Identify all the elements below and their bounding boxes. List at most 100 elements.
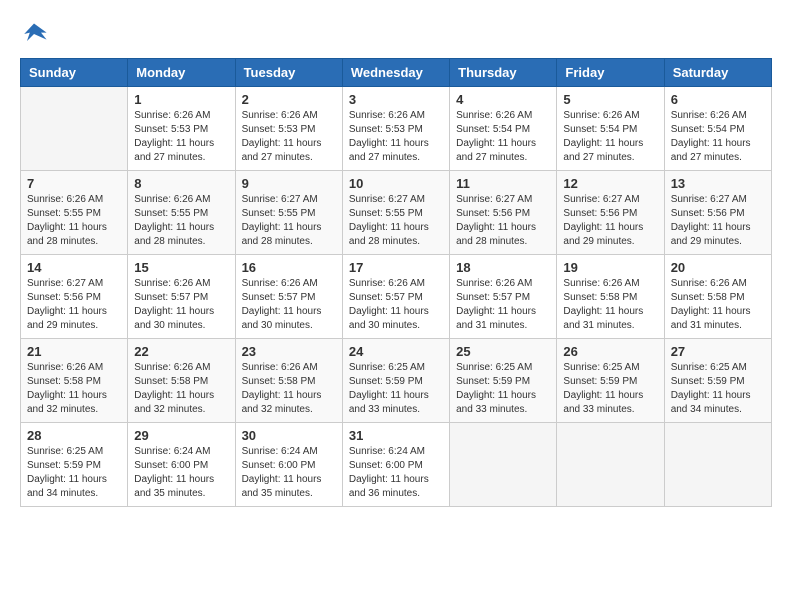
calendar-week-row: 1 Sunrise: 6:26 AMSunset: 5:53 PMDaylight… bbox=[21, 87, 772, 171]
calendar-cell: 17 Sunrise: 6:26 AMSunset: 5:57 PMDayligh… bbox=[342, 255, 449, 339]
calendar-cell: 9 Sunrise: 6:27 AMSunset: 5:55 PMDaylight… bbox=[235, 171, 342, 255]
calendar-cell: 13 Sunrise: 6:27 AMSunset: 5:56 PMDayligh… bbox=[664, 171, 771, 255]
calendar-cell: 19 Sunrise: 6:26 AMSunset: 5:58 PMDayligh… bbox=[557, 255, 664, 339]
day-info: Sunrise: 6:26 AMSunset: 5:55 PMDaylight:… bbox=[134, 193, 228, 249]
day-header-sunday: Sunday bbox=[21, 59, 128, 87]
day-number: 9 bbox=[242, 176, 336, 191]
calendar-week-row: 28 Sunrise: 6:25 AMSunset: 5:59 PMDayligh… bbox=[21, 423, 772, 507]
day-info: Sunrise: 6:26 AMSunset: 5:58 PMDaylight:… bbox=[134, 361, 228, 417]
calendar-cell: 4 Sunrise: 6:26 AMSunset: 5:54 PMDaylight… bbox=[450, 87, 557, 171]
day-info: Sunrise: 6:27 AMSunset: 5:55 PMDaylight:… bbox=[242, 193, 336, 249]
day-info: Sunrise: 6:25 AMSunset: 5:59 PMDaylight:… bbox=[349, 361, 443, 417]
calendar-cell bbox=[450, 423, 557, 507]
calendar-cell: 5 Sunrise: 6:26 AMSunset: 5:54 PMDaylight… bbox=[557, 87, 664, 171]
day-info: Sunrise: 6:27 AMSunset: 5:56 PMDaylight:… bbox=[456, 193, 550, 249]
day-info: Sunrise: 6:24 AMSunset: 6:00 PMDaylight:… bbox=[349, 445, 443, 501]
calendar-cell: 24 Sunrise: 6:25 AMSunset: 5:59 PMDayligh… bbox=[342, 339, 449, 423]
day-info: Sunrise: 6:26 AMSunset: 5:57 PMDaylight:… bbox=[349, 277, 443, 333]
day-number: 21 bbox=[27, 344, 121, 359]
page-header bbox=[20, 20, 772, 48]
calendar-cell bbox=[664, 423, 771, 507]
day-number: 18 bbox=[456, 260, 550, 275]
day-number: 7 bbox=[27, 176, 121, 191]
day-info: Sunrise: 6:26 AMSunset: 5:53 PMDaylight:… bbox=[242, 109, 336, 165]
day-info: Sunrise: 6:27 AMSunset: 5:56 PMDaylight:… bbox=[671, 193, 765, 249]
day-info: Sunrise: 6:25 AMSunset: 5:59 PMDaylight:… bbox=[27, 445, 121, 501]
day-number: 20 bbox=[671, 260, 765, 275]
calendar-cell: 20 Sunrise: 6:26 AMSunset: 5:58 PMDayligh… bbox=[664, 255, 771, 339]
day-header-monday: Monday bbox=[128, 59, 235, 87]
calendar-cell: 23Sunrise: 6:26 AMSunset: 5:58 PMDayligh… bbox=[235, 339, 342, 423]
calendar-cell bbox=[557, 423, 664, 507]
day-number: 29 bbox=[134, 428, 228, 443]
day-number: 19 bbox=[563, 260, 657, 275]
day-header-friday: Friday bbox=[557, 59, 664, 87]
day-number: 30 bbox=[242, 428, 336, 443]
day-info: Sunrise: 6:27 AMSunset: 5:56 PMDaylight:… bbox=[27, 277, 121, 333]
day-number: 12 bbox=[563, 176, 657, 191]
calendar-cell: 10Sunrise: 6:27 AMSunset: 5:55 PMDayligh… bbox=[342, 171, 449, 255]
day-header-thursday: Thursday bbox=[450, 59, 557, 87]
day-header-wednesday: Wednesday bbox=[342, 59, 449, 87]
calendar-cell: 26Sunrise: 6:25 AMSunset: 5:59 PMDayligh… bbox=[557, 339, 664, 423]
day-info: Sunrise: 6:24 AMSunset: 6:00 PMDaylight:… bbox=[134, 445, 228, 501]
day-number: 22 bbox=[134, 344, 228, 359]
day-number: 8 bbox=[134, 176, 228, 191]
calendar-cell: 18Sunrise: 6:26 AMSunset: 5:57 PMDayligh… bbox=[450, 255, 557, 339]
day-number: 5 bbox=[563, 92, 657, 107]
calendar-cell: 30 Sunrise: 6:24 AMSunset: 6:00 PMDayligh… bbox=[235, 423, 342, 507]
logo-icon bbox=[20, 20, 48, 48]
day-info: Sunrise: 6:24 AMSunset: 6:00 PMDaylight:… bbox=[242, 445, 336, 501]
day-info: Sunrise: 6:27 AMSunset: 5:56 PMDaylight:… bbox=[563, 193, 657, 249]
day-info: Sunrise: 6:25 AMSunset: 5:59 PMDaylight:… bbox=[671, 361, 765, 417]
day-number: 26 bbox=[563, 344, 657, 359]
day-info: Sunrise: 6:26 AMSunset: 5:54 PMDaylight:… bbox=[563, 109, 657, 165]
day-info: Sunrise: 6:25 AMSunset: 5:59 PMDaylight:… bbox=[456, 361, 550, 417]
day-number: 11 bbox=[456, 176, 550, 191]
calendar-cell: 25 Sunrise: 6:25 AMSunset: 5:59 PMDayligh… bbox=[450, 339, 557, 423]
calendar-cell: 31 Sunrise: 6:24 AMSunset: 6:00 PMDayligh… bbox=[342, 423, 449, 507]
day-info: Sunrise: 6:26 AMSunset: 5:54 PMDaylight:… bbox=[456, 109, 550, 165]
calendar-cell: 12 Sunrise: 6:27 AMSunset: 5:56 PMDayligh… bbox=[557, 171, 664, 255]
calendar-cell: 28 Sunrise: 6:25 AMSunset: 5:59 PMDayligh… bbox=[21, 423, 128, 507]
day-info: Sunrise: 6:26 AMSunset: 5:57 PMDaylight:… bbox=[242, 277, 336, 333]
day-number: 28 bbox=[27, 428, 121, 443]
day-info: Sunrise: 6:26 AMSunset: 5:57 PMDaylight:… bbox=[134, 277, 228, 333]
day-info: Sunrise: 6:26 AMSunset: 5:58 PMDaylight:… bbox=[671, 277, 765, 333]
day-number: 1 bbox=[134, 92, 228, 107]
day-number: 2 bbox=[242, 92, 336, 107]
day-number: 25 bbox=[456, 344, 550, 359]
day-number: 17 bbox=[349, 260, 443, 275]
day-number: 15 bbox=[134, 260, 228, 275]
day-info: Sunrise: 6:26 AMSunset: 5:58 PMDaylight:… bbox=[563, 277, 657, 333]
calendar-cell: 3Sunrise: 6:26 AMSunset: 5:53 PMDaylight… bbox=[342, 87, 449, 171]
calendar-cell: 7 Sunrise: 6:26 AMSunset: 5:55 PMDaylight… bbox=[21, 171, 128, 255]
calendar-cell: 15 Sunrise: 6:26 AMSunset: 5:57 PMDayligh… bbox=[128, 255, 235, 339]
calendar-header-row: SundayMondayTuesdayWednesdayThursdayFrid… bbox=[21, 59, 772, 87]
calendar-cell: 27 Sunrise: 6:25 AMSunset: 5:59 PMDayligh… bbox=[664, 339, 771, 423]
calendar-week-row: 14 Sunrise: 6:27 AMSunset: 5:56 PMDayligh… bbox=[21, 255, 772, 339]
calendar-cell: 1 Sunrise: 6:26 AMSunset: 5:53 PMDaylight… bbox=[128, 87, 235, 171]
calendar-cell: 21 Sunrise: 6:26 AMSunset: 5:58 PMDayligh… bbox=[21, 339, 128, 423]
day-number: 27 bbox=[671, 344, 765, 359]
day-number: 13 bbox=[671, 176, 765, 191]
calendar-cell: 22 Sunrise: 6:26 AMSunset: 5:58 PMDayligh… bbox=[128, 339, 235, 423]
day-info: Sunrise: 6:26 AMSunset: 5:53 PMDaylight:… bbox=[134, 109, 228, 165]
calendar-cell bbox=[21, 87, 128, 171]
day-number: 14 bbox=[27, 260, 121, 275]
day-info: Sunrise: 6:26 AMSunset: 5:55 PMDaylight:… bbox=[27, 193, 121, 249]
day-number: 31 bbox=[349, 428, 443, 443]
day-info: Sunrise: 6:27 AMSunset: 5:55 PMDaylight:… bbox=[349, 193, 443, 249]
day-info: Sunrise: 6:26 AMSunset: 5:54 PMDaylight:… bbox=[671, 109, 765, 165]
calendar-cell: 2 Sunrise: 6:26 AMSunset: 5:53 PMDaylight… bbox=[235, 87, 342, 171]
day-info: Sunrise: 6:26 AMSunset: 5:58 PMDaylight:… bbox=[242, 361, 336, 417]
day-header-tuesday: Tuesday bbox=[235, 59, 342, 87]
day-info: Sunrise: 6:26 AMSunset: 5:53 PMDaylight:… bbox=[349, 109, 443, 165]
calendar-week-row: 21 Sunrise: 6:26 AMSunset: 5:58 PMDayligh… bbox=[21, 339, 772, 423]
calendar-cell: 8 Sunrise: 6:26 AMSunset: 5:55 PMDaylight… bbox=[128, 171, 235, 255]
day-number: 24 bbox=[349, 344, 443, 359]
calendar-table: SundayMondayTuesdayWednesdayThursdayFrid… bbox=[20, 58, 772, 507]
day-number: 4 bbox=[456, 92, 550, 107]
calendar-cell: 11 Sunrise: 6:27 AMSunset: 5:56 PMDayligh… bbox=[450, 171, 557, 255]
day-info: Sunrise: 6:26 AMSunset: 5:58 PMDaylight:… bbox=[27, 361, 121, 417]
